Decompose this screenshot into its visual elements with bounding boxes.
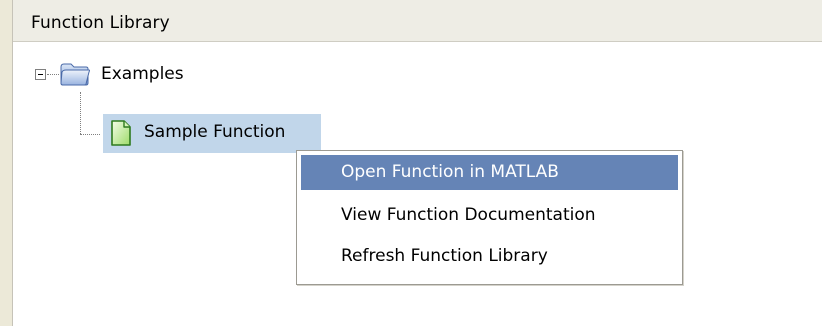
function-file-icon [111,120,131,146]
collapse-toggle-icon[interactable] [35,69,46,80]
panel-header: Function Library [13,0,822,42]
menu-item-open-function[interactable]: Open Function in MATLAB [301,155,678,190]
tree-node-examples[interactable]: Examples [101,64,184,84]
tree-connector-line [80,92,81,134]
panel-title: Function Library [31,13,170,33]
app-root: Function Library Examples Sample Functio… [0,0,822,326]
context-menu: Open Function in MATLAB View Function Do… [296,150,683,285]
folder-icon [60,63,90,86]
tree-connector-line [80,134,100,135]
tree-connector-line [47,74,59,75]
window-edge [0,0,12,326]
menu-item-view-documentation[interactable]: View Function Documentation [301,198,678,233]
tree-node-sample-function[interactable]: Sample Function [144,122,285,142]
function-library-panel: Function Library Examples Sample Functio… [12,0,822,326]
menu-item-refresh-library[interactable]: Refresh Function Library [301,239,678,274]
